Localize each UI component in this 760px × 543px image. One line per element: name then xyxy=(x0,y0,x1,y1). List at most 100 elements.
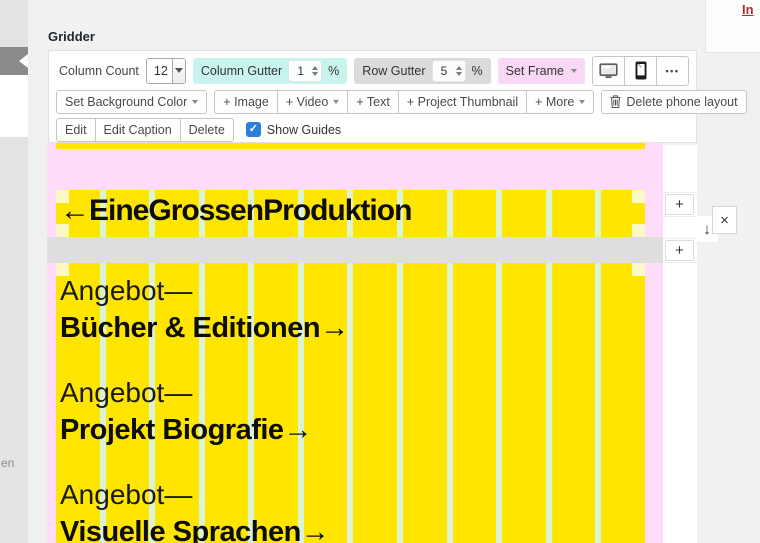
set-frame-label: Set Frame xyxy=(506,64,564,78)
grid-column[interactable] xyxy=(552,190,596,237)
ellipsis-icon: ••• xyxy=(666,66,680,76)
column-gutter-label: Column Gutter xyxy=(201,64,282,78)
row-gutter-band[interactable] xyxy=(47,237,663,263)
caret-down-icon xyxy=(571,69,577,73)
add-video-label: + Video xyxy=(286,95,329,109)
offer-label: Angebot— xyxy=(60,375,349,411)
offer-title-link[interactable]: Projekt Biografie→ xyxy=(60,411,349,449)
layout-canvas[interactable]: ←EineGrossenProduktion Angebot— Bücher &… xyxy=(47,143,663,543)
grid-column[interactable] xyxy=(502,263,546,543)
show-guides-control[interactable]: ✓ Show Guides xyxy=(246,122,341,137)
grid-column[interactable] xyxy=(502,190,546,237)
collapse-panel-tab[interactable] xyxy=(0,47,28,75)
corner-card: In xyxy=(705,0,760,53)
page-title: Gridder xyxy=(48,29,95,44)
column-gutter-unit: % xyxy=(328,64,339,78)
add-image-label: + Image xyxy=(223,95,269,109)
delete-button[interactable]: Delete xyxy=(180,118,234,142)
device-toggle-group: ••• xyxy=(592,56,689,86)
add-image-button[interactable]: + Image xyxy=(214,90,278,114)
chevron-left-icon xyxy=(19,54,28,68)
sidebar-gutter xyxy=(28,0,46,543)
row-gutter-input[interactable]: 5 xyxy=(432,60,466,82)
show-guides-checkbox[interactable]: ✓ xyxy=(246,122,261,137)
add-project-thumbnail-button[interactable]: + Project Thumbnail xyxy=(398,90,527,114)
offer-title-link[interactable]: Visuelle Sprachen→ xyxy=(60,513,349,543)
insert-button-group: + Image + Video + Text + Project Thumbna… xyxy=(214,90,594,114)
grid-column[interactable] xyxy=(403,263,447,543)
grid-column[interactable] xyxy=(353,263,397,543)
phone-layout-button[interactable] xyxy=(624,56,657,86)
headline-text[interactable]: ←EineGrossenProduktion xyxy=(60,194,411,228)
resize-handle[interactable] xyxy=(632,190,645,203)
set-background-color-button[interactable]: Set Background Color xyxy=(56,90,207,114)
add-video-button[interactable]: + Video xyxy=(277,90,349,114)
set-frame-button[interactable]: Set Frame xyxy=(498,58,585,84)
column-gutter-stepper[interactable] xyxy=(312,66,321,76)
clipped-link[interactable]: In xyxy=(742,2,754,17)
add-project-thumbnail-label: + Project Thumbnail xyxy=(407,95,518,109)
divider xyxy=(663,262,697,263)
column-count-label: Column Count xyxy=(59,64,139,78)
delete-phone-layout-label: Delete phone layout xyxy=(626,95,737,109)
gridder-toolbar-panel: Column Count 12 Column Gutter 1 % Row Gu… xyxy=(48,50,697,143)
row-gutter-stepper[interactable] xyxy=(456,66,465,76)
add-more-button[interactable]: + More xyxy=(526,90,594,114)
phone-icon xyxy=(635,61,647,80)
delete-label: Delete xyxy=(189,123,225,137)
edit-button[interactable]: Edit xyxy=(56,118,96,142)
resize-handle[interactable] xyxy=(56,224,69,237)
offers-text-block[interactable]: Angebot— Bücher & Editionen→ Angebot— Pr… xyxy=(60,273,349,543)
grid-column[interactable] xyxy=(453,190,497,237)
column-gutter-value: 1 xyxy=(289,64,312,78)
stepper-up-icon xyxy=(456,66,462,70)
divider xyxy=(663,216,697,217)
row-gutter-unit: % xyxy=(472,64,483,78)
edit-caption-label: Edit Caption xyxy=(104,123,172,137)
add-row-button[interactable]: + xyxy=(665,194,694,215)
stepper-up-icon xyxy=(312,66,318,70)
caret-down-icon xyxy=(192,100,198,104)
resize-handle[interactable] xyxy=(56,263,69,276)
column-count-select[interactable]: 12 xyxy=(146,58,186,84)
caret-down-icon xyxy=(579,100,585,104)
caret-down-icon xyxy=(175,68,183,73)
column-count-value: 12 xyxy=(147,59,172,83)
desktop-layout-button[interactable] xyxy=(592,56,625,86)
column-count-dropdown-button[interactable] xyxy=(172,59,185,83)
sidebar-white-segment xyxy=(0,75,28,137)
grid-row-headline[interactable]: ←EineGrossenProduktion xyxy=(56,190,645,237)
add-more-label: + More xyxy=(535,95,574,109)
resize-handle[interactable] xyxy=(632,224,645,237)
grid-row-offers[interactable]: Angebot— Bücher & Editionen→ Angebot— Pr… xyxy=(56,263,645,543)
toolbar-row-settings: Column Count 12 Column Gutter 1 % Row Gu… xyxy=(49,51,696,87)
edit-button-group: Edit Edit Caption Delete xyxy=(56,118,234,142)
add-row-button[interactable]: + xyxy=(665,240,694,261)
divider xyxy=(663,192,697,193)
offer-label: Angebot— xyxy=(60,273,349,309)
edit-caption-button[interactable]: Edit Caption xyxy=(95,118,181,142)
clipped-row-above xyxy=(56,143,645,149)
close-row-button[interactable]: × xyxy=(712,206,737,234)
left-sidebar: en xyxy=(0,0,28,543)
column-gutter-input[interactable]: 1 xyxy=(288,60,322,82)
grid-column[interactable] xyxy=(552,263,596,543)
stepper-down-icon xyxy=(312,72,318,76)
more-options-button[interactable]: ••• xyxy=(656,56,689,86)
set-background-color-label: Set Background Color xyxy=(65,95,187,109)
grid-column[interactable] xyxy=(453,263,497,543)
resize-handle[interactable] xyxy=(632,263,645,276)
row-gutter-chip: Row Gutter 5 % xyxy=(354,58,490,84)
offer-label: Angebot— xyxy=(60,477,349,513)
add-text-label: + Text xyxy=(356,95,389,109)
offer-item: Angebot— Projekt Biografie→ xyxy=(60,375,349,449)
offer-title-link[interactable]: Bücher & Editionen→ xyxy=(60,309,349,347)
add-text-button[interactable]: + Text xyxy=(347,90,398,114)
resize-handle[interactable] xyxy=(56,190,69,203)
grid-column[interactable] xyxy=(601,263,645,543)
delete-phone-layout-button[interactable]: Delete phone layout xyxy=(601,90,746,114)
toolbar-row-insert: Set Background Color + Image + Video + T… xyxy=(49,87,696,116)
row-gutter-value: 5 xyxy=(433,64,456,78)
show-guides-label: Show Guides xyxy=(267,123,341,137)
column-gutter-chip: Column Gutter 1 % xyxy=(193,58,347,84)
